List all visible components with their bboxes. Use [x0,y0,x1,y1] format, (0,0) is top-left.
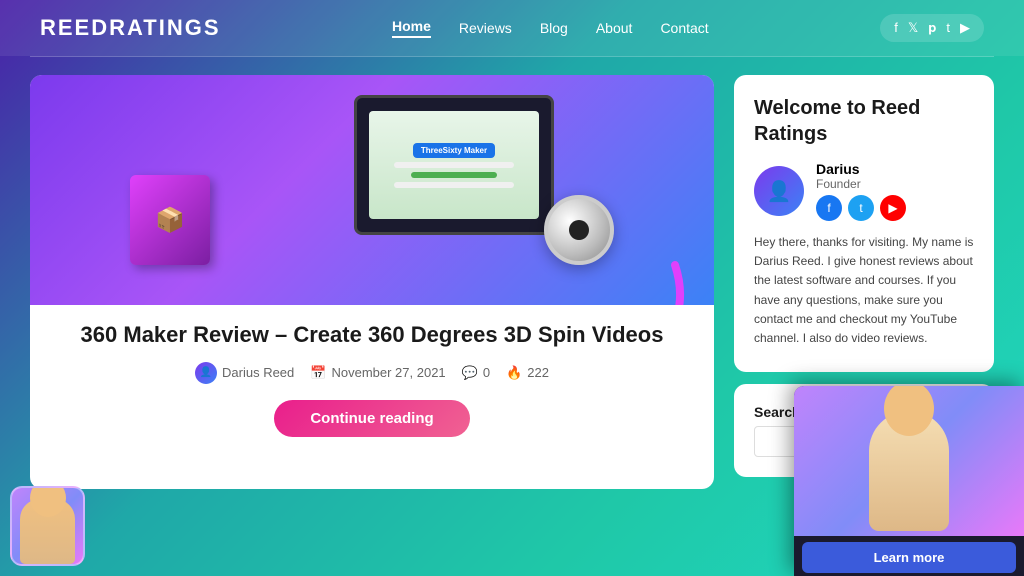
pinterest-icon[interactable]: 𝐩 [928,20,936,36]
likes-count: 222 [527,365,549,380]
author-name: Darius Reed [222,365,294,380]
monitor-screen: ThreeSixty Maker [369,111,540,218]
post-author: 👤 Darius Reed [195,362,294,384]
facebook-icon[interactable]: f [894,20,898,36]
product-box-face [130,175,210,265]
author-social: f t ▶ [816,195,974,221]
header-social-icons: f 𝕏 𝐩 t ▶ [880,14,984,42]
author-twitter-btn[interactable]: t [848,195,874,221]
post-content: 360 Maker Review – Create 360 Degrees 3D… [30,305,714,437]
nav-contact[interactable]: Contact [660,20,708,36]
monitor-graphic: ThreeSixty Maker [354,95,554,235]
bottom-left-figure [20,499,75,564]
post-meta: 👤 Darius Reed 📅 November 27, 2021 💬 0 🔥 … [50,362,694,384]
monitor-bar-3 [394,182,514,188]
nav-reviews[interactable]: Reviews [459,20,512,36]
sidebar-author-role: Founder [816,177,974,191]
comment-icon: 💬 [462,365,478,381]
post-title: 360 Maker Review – Create 360 Degrees 3D… [50,321,694,350]
post-date: 📅 November 27, 2021 [310,365,445,381]
sidebar-author-name: Darius [816,161,974,177]
sidebar-welcome-title: Welcome to Reed Ratings [754,95,974,147]
video-person-area [794,386,1024,536]
date-text: November 27, 2021 [331,365,445,380]
sidebar-about-text: Hey there, thanks for visiting. My name … [754,233,974,348]
product-box-graphic [130,175,220,275]
continue-reading-button[interactable]: Continue reading [274,400,469,437]
bottom-left-head [30,486,66,517]
video-popup: Learn more Powered by Video Reviews [794,386,1024,576]
author-youtube-btn[interactable]: ▶ [880,195,906,221]
monitor-bar-1 [394,162,514,168]
post-likes: 🔥 222 [506,365,549,381]
calendar-icon: 📅 [310,365,326,381]
author-info: Darius Founder f t ▶ [816,161,974,221]
author-avatar-small: 👤 [195,362,217,384]
nav-about[interactable]: About [596,20,633,36]
video-head [884,386,934,436]
learn-more-button[interactable]: Learn more [802,542,1016,573]
camera-ball-graphic [544,195,614,265]
comments-count: 0 [483,365,490,380]
threesixty-logo: ThreeSixty Maker [413,143,495,158]
twitter-icon[interactable]: 𝕏 [908,20,918,36]
nav-home[interactable]: Home [392,18,431,38]
like-icon: 🔥 [506,365,522,381]
tumblr-icon[interactable]: t [946,20,950,36]
youtube-icon[interactable]: ▶ [960,20,970,36]
post-image-inner: ThreeSixty Maker [30,75,714,305]
author-avatar: 👤 [754,166,804,216]
site-header: ReedRatings Home Reviews Blog About Cont… [0,0,1024,56]
nav-blog[interactable]: Blog [540,20,568,36]
bottom-left-avatar [10,486,85,566]
main-post-card: ThreeSixty Maker [30,75,714,489]
video-figure [869,411,949,531]
site-logo: ReedRatings [40,15,221,41]
monitor-bar-2 [411,172,496,178]
post-image: ThreeSixty Maker [30,75,714,305]
author-row: 👤 Darius Founder f t ▶ [754,161,974,221]
author-facebook-btn[interactable]: f [816,195,842,221]
welcome-card: Welcome to Reed Ratings 👤 Darius Founder… [734,75,994,372]
post-comments: 💬 0 [462,365,490,381]
main-nav: Home Reviews Blog About Contact [392,18,709,38]
